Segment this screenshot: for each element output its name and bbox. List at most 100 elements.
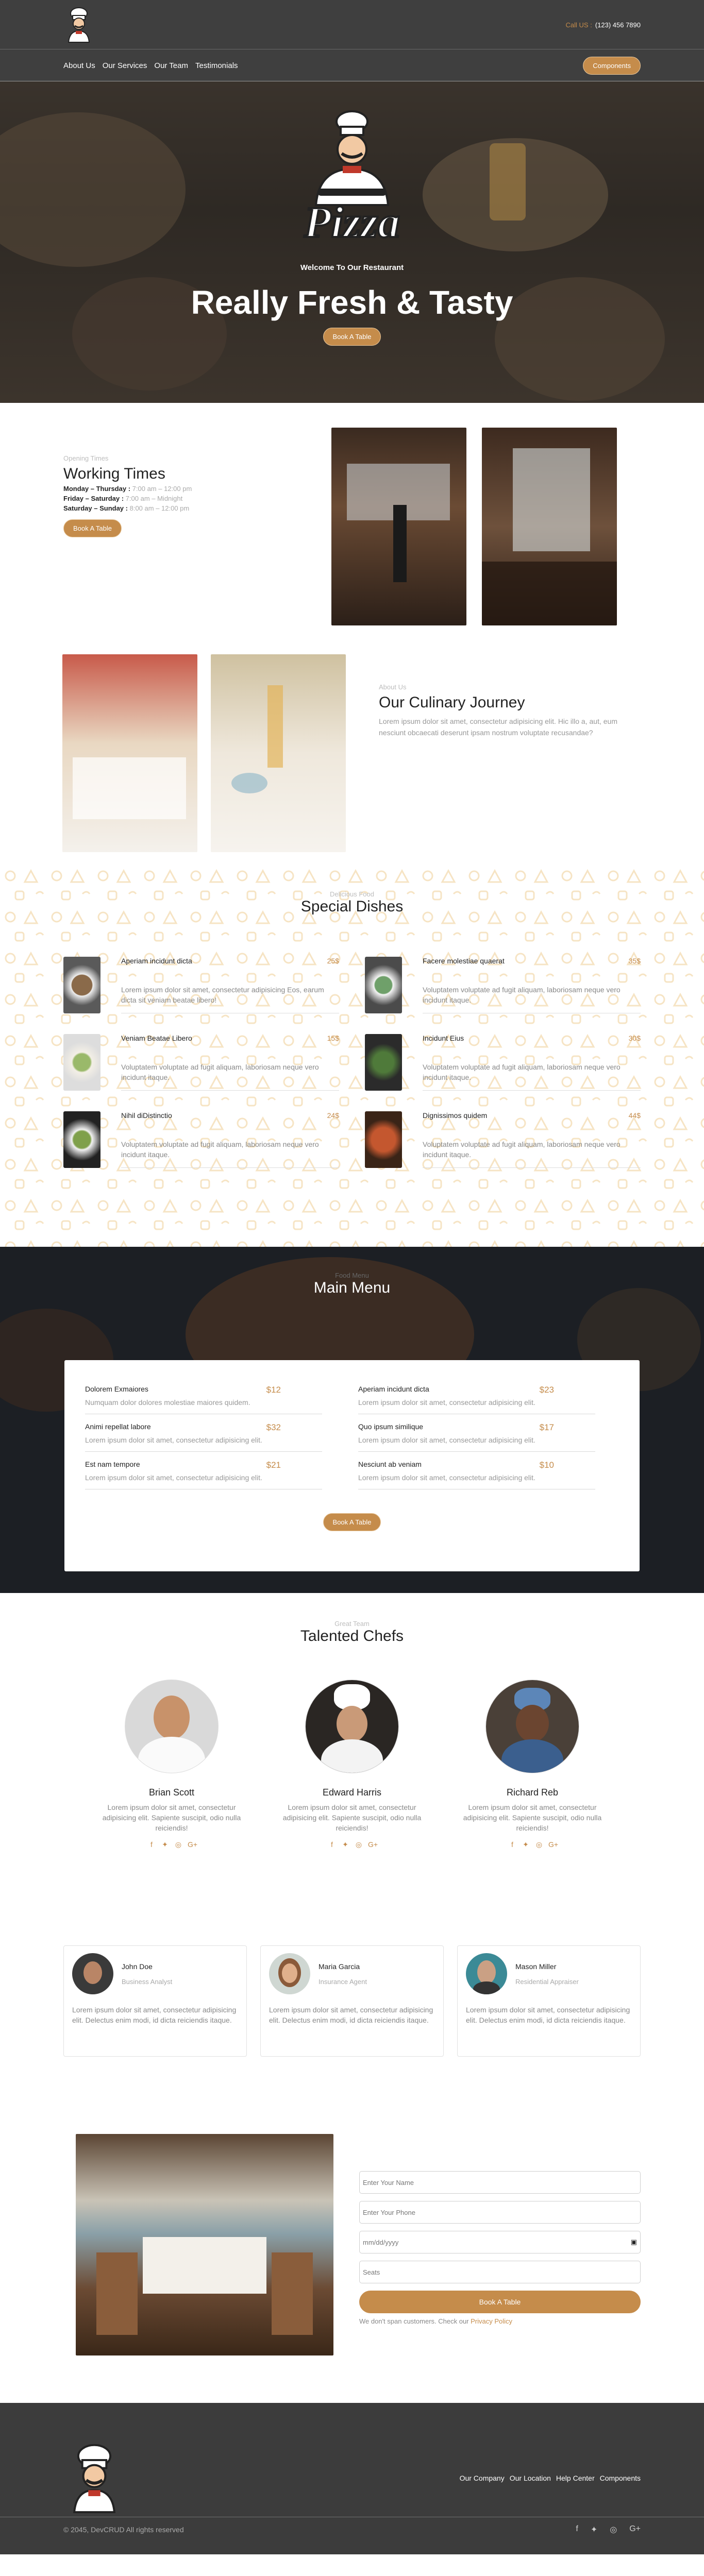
testimonial-role: Residential Appraiser	[515, 1977, 579, 1986]
pizza-chef-logo-icon: Pizza	[303, 110, 401, 248]
nav-our-services[interactable]: Our Services	[103, 61, 147, 70]
menu-item-description: Lorem ipsum dolor sit amet, consectetur …	[358, 1473, 535, 1482]
name-field[interactable]: Enter Your Name	[359, 2171, 641, 2194]
twitter-icon[interactable]: ✦	[161, 1840, 169, 1849]
chef-description: Lorem ipsum dolor sit amet, consectetur …	[102, 1803, 241, 1832]
booking-section: Enter Your Name Enter Your Phone mm/dd/y…	[0, 2134, 704, 2403]
footer: Our Company Our Location Help Center Com…	[0, 2403, 704, 2554]
instagram-icon[interactable]: ◎	[610, 2524, 617, 2535]
phone-number[interactable]: (123) 456 7890	[595, 21, 641, 29]
footer-link-help-center[interactable]: Help Center	[556, 2474, 595, 2482]
booking-submit-button[interactable]: Book A Table	[359, 2291, 641, 2313]
testimonial-avatar	[269, 1953, 310, 1994]
menu-item-description: Lorem ipsum dolor sit amet, consectetur …	[85, 1436, 262, 1444]
testimonial-name: Mason Miller	[515, 1962, 557, 1971]
main-nav: About Us Our Services Our Team Testimoni…	[0, 49, 704, 81]
chef-logo-icon[interactable]	[63, 6, 94, 43]
dish-description: Voluptatem voluptate ad fugit aliquam, l…	[121, 1063, 319, 1081]
menu-card: Dolorem Exmaiores $12 Numquam dolor dolore…	[64, 1360, 640, 1571]
facebook-icon[interactable]: f	[508, 1840, 516, 1849]
chef-card: Edward Harris Lorem ipsum dolor sit amet…	[275, 1680, 429, 1849]
testimonial-card: Mason Miller Residential Appraiser Lorem …	[457, 1945, 641, 2057]
instagram-icon[interactable]: ◎	[174, 1840, 182, 1849]
testimonial-avatar	[466, 1953, 507, 1994]
dish-name: Veniam Beatae Libero	[121, 1034, 192, 1042]
special-kicker: Delicious Food	[330, 890, 374, 898]
calendar-icon[interactable]: ▣	[631, 2238, 637, 2246]
dish-photo	[63, 1034, 100, 1091]
twitter-icon[interactable]: ✦	[591, 2524, 597, 2535]
working-times-book-button[interactable]: Book A Table	[63, 519, 122, 537]
dish-description: Voluptatem voluptate ad fugit aliquam, l…	[423, 1063, 621, 1081]
hours-line: Friday – Saturday : 7:00 am – Midnight	[63, 495, 183, 502]
dish-item[interactable]: Nihil diDistinctio 24$ Voluptatem voluptat…	[63, 1111, 339, 1168]
dish-item[interactable]: Facere molestiae quaerat 35$ Voluptatem vo…	[365, 957, 641, 1013]
menu-item[interactable]: Dolorem Exmaiores $12 Numquam dolor dolore…	[85, 1385, 322, 1414]
hero-book-table-button[interactable]: Book A Table	[323, 328, 381, 346]
dish-name: Nihil diDistinctio	[121, 1111, 172, 1120]
facebook-icon[interactable]: f	[328, 1840, 336, 1849]
culinary-journey-section: About Us Our Culinary Journey Lorem ipsu…	[0, 647, 704, 866]
contact-phone[interactable]: Call US : (123) 456 7890	[566, 21, 641, 29]
working-times-title: Working Times	[63, 465, 165, 482]
testimonial-role: Business Analyst	[122, 1977, 173, 1986]
svg-text:Pizza: Pizza	[304, 197, 400, 247]
dish-photo	[63, 1111, 100, 1168]
journey-text: Lorem ipsum dolor sit amet, consectetur …	[379, 717, 617, 737]
privacy-note: We don't span customers. Check our Priva…	[359, 2317, 513, 2325]
hours-line: Saturday – Sunday : 8:00 am – 12:00 pm	[63, 504, 190, 512]
testimonial-avatar	[72, 1953, 113, 1994]
footer-link-our-location[interactable]: Our Location	[510, 2474, 551, 2482]
terrace-dining-photo	[76, 2134, 333, 2355]
hero-title: Really Fresh & Tasty	[191, 284, 513, 321]
chefs-section: Great Team Talented Chefs Brian Scott Lo…	[0, 1593, 704, 1907]
google-plus-icon[interactable]: G+	[548, 1840, 558, 1849]
chef-logo-icon[interactable]	[63, 2442, 125, 2514]
dish-item[interactable]: Incidunt Eius 30$ Voluptatem voluptate ad …	[365, 1034, 641, 1091]
google-plus-icon[interactable]: G+	[368, 1840, 378, 1849]
date-field[interactable]: mm/dd/yyyy ▣	[359, 2231, 641, 2253]
dish-price: 35$	[628, 957, 641, 965]
menu-item-price: $32	[266, 1422, 281, 1432]
dish-item[interactable]: Aperiam incidunt dicta 25$ Lorem ipsum dol…	[63, 957, 339, 1013]
footer-link-components[interactable]: Components	[600, 2474, 641, 2482]
dish-description: Voluptatem voluptate ad fugit aliquam, l…	[121, 1140, 319, 1159]
menu-item[interactable]: Animi repellat labore $32 Lorem ipsum dolo…	[85, 1422, 322, 1452]
hero-section: Pizza Welcome To Our Restaurant Really F…	[0, 81, 704, 403]
menu-item-description: Lorem ipsum dolor sit amet, consectetur …	[358, 1398, 535, 1406]
instagram-icon[interactable]: ◎	[535, 1840, 543, 1849]
menu-item-name: Nesciunt ab veniam	[358, 1460, 422, 1468]
testimonial-role: Insurance Agent	[319, 1977, 367, 1986]
testimonial-name: Maria Garcia	[319, 1962, 360, 1971]
footer-link-our-company[interactable]: Our Company	[460, 2474, 505, 2482]
main-menu-section: Food Menu Main Menu Dolorem Exmaiores $12…	[0, 1247, 704, 1593]
hours-line: Monday – Thursday : 7:00 am – 12:00 pm	[63, 485, 192, 493]
dish-photo	[365, 1034, 402, 1091]
phone-field[interactable]: Enter Your Phone	[359, 2201, 641, 2224]
menu-book-table-button[interactable]: Book A Table	[323, 1513, 381, 1531]
privacy-policy-link[interactable]: Privacy Policy	[471, 2317, 512, 2325]
testimonial-text: Lorem ipsum dolor sit amet, consectetur …	[72, 2006, 237, 2024]
facebook-icon[interactable]: f	[147, 1840, 156, 1849]
google-plus-icon[interactable]: G+	[188, 1840, 197, 1849]
menu-item[interactable]: Quo ipsum similique $17 Lorem ipsum dolor …	[358, 1422, 595, 1452]
nav-our-team[interactable]: Our Team	[154, 61, 188, 70]
menu-item-description: Lorem ipsum dolor sit amet, consectetur …	[358, 1436, 535, 1444]
nav-testimonials[interactable]: Testimonials	[195, 61, 238, 70]
facebook-icon[interactable]: f	[576, 2524, 578, 2535]
dish-item[interactable]: Dignissimos quidem 44$ Voluptatem voluptat…	[365, 1111, 641, 1168]
menu-item[interactable]: Est nam tempore $21 Lorem ipsum dolor sit …	[85, 1460, 322, 1489]
dish-name: Incidunt Eius	[423, 1034, 464, 1042]
menu-item[interactable]: Nesciunt ab veniam $10 Lorem ipsum dolor s…	[358, 1460, 595, 1489]
nav-about-us[interactable]: About Us	[63, 61, 95, 70]
instagram-icon[interactable]: ◎	[355, 1840, 363, 1849]
menu-item-name: Animi repellat labore	[85, 1422, 151, 1431]
dish-item[interactable]: Veniam Beatae Libero 15$ Voluptatem volupt…	[63, 1034, 339, 1091]
google-plus-icon[interactable]: G+	[629, 2524, 641, 2535]
menu-item[interactable]: Aperiam incidunt dicta $23 Lorem ipsum dol…	[358, 1385, 595, 1414]
chef-name: Edward Harris	[322, 1787, 382, 1798]
components-button[interactable]: Components	[583, 56, 641, 75]
twitter-icon[interactable]: ✦	[341, 1840, 349, 1849]
twitter-icon[interactable]: ✦	[522, 1840, 530, 1849]
seats-field[interactable]: Seats	[359, 2261, 641, 2283]
